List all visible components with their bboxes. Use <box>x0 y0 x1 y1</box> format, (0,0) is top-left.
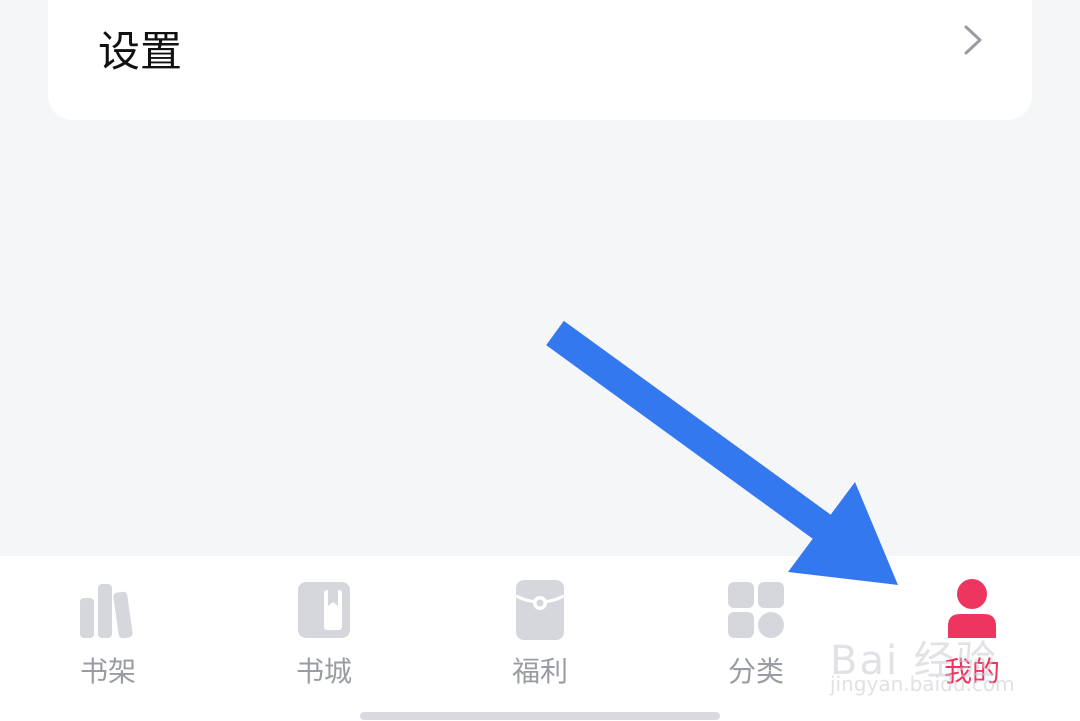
tab-category[interactable]: 分类 <box>691 556 821 706</box>
tab-label: 书架 <box>79 655 136 688</box>
chevron-right-icon <box>964 25 982 55</box>
settings-label: 设置 <box>98 27 183 76</box>
welfare-icon <box>515 580 565 640</box>
tab-mine[interactable]: 我的 <box>907 556 1037 706</box>
settings-row[interactable]: 设置 <box>48 0 1032 120</box>
tab-label: 我的 <box>943 655 1000 688</box>
tab-welfare[interactable]: 福利 <box>475 556 605 706</box>
tab-bookshelf[interactable]: 书架 <box>43 556 173 706</box>
tab-bookstore[interactable]: 书城 <box>259 556 389 706</box>
tab-label: 分类 <box>727 655 784 688</box>
tab-label: 福利 <box>511 655 568 688</box>
home-indicator[interactable] <box>360 712 720 720</box>
profile-icon <box>948 579 996 638</box>
book-store-icon <box>298 582 350 638</box>
bottom-tab-bar: 书架 书城 福利 分类 我的 <box>0 556 1080 721</box>
category-grid-icon <box>728 582 784 638</box>
tab-label: 书城 <box>295 655 352 688</box>
profile-page: 设置 书架 书城 福利 分类 我的 Bai 经验 jingyan.baidu.c… <box>0 0 1080 721</box>
bookshelf-icon <box>80 584 133 639</box>
